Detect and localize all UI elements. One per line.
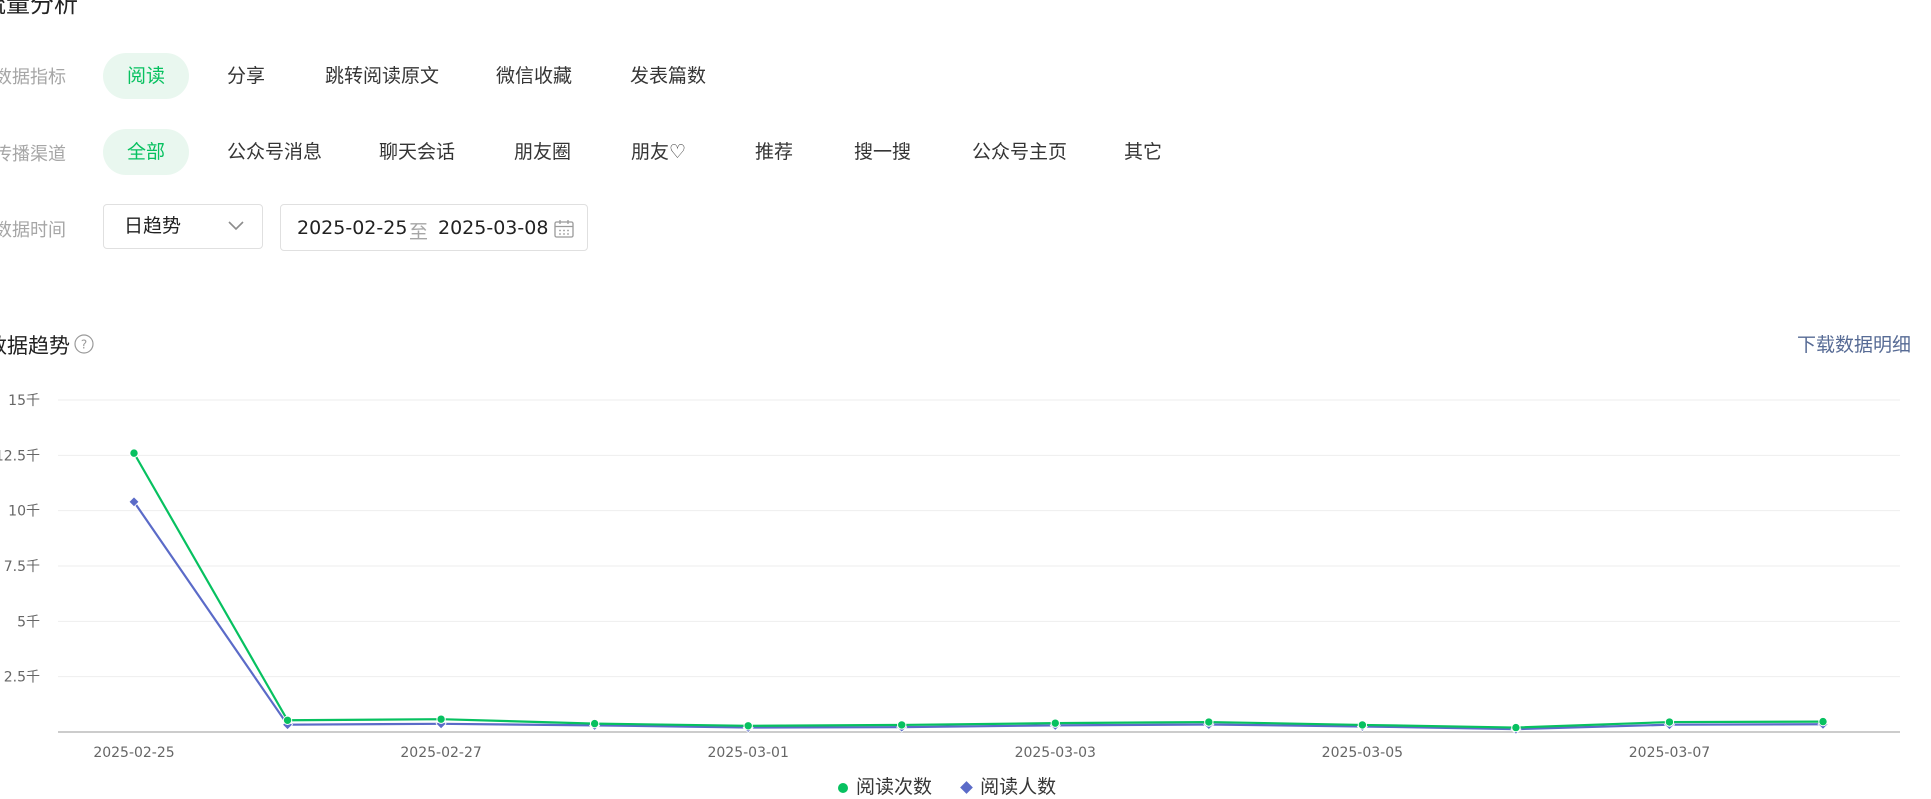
y-tick-label: 15千: [8, 393, 40, 409]
start-date[interactable]: 2025-02-25: [297, 217, 407, 239]
granularity-select[interactable]: 日趋势: [103, 204, 263, 249]
data-point: [1511, 722, 1521, 733]
x-tick-label: 2025-03-05: [1322, 745, 1403, 761]
data-point: [1664, 717, 1675, 727]
legend-label: 阅读次数: [856, 776, 933, 798]
data-point: [897, 720, 907, 730]
data-point: [743, 721, 753, 731]
channel-option-moments[interactable]: 朋友圈: [490, 129, 595, 175]
data-point: [1050, 718, 1060, 728]
legend-label: 阅读人数: [980, 776, 1057, 798]
question-circle-icon[interactable]: ?: [73, 333, 95, 355]
data-point: [129, 448, 139, 458]
channel-option-homepage[interactable]: 公众号主页: [948, 129, 1091, 175]
channel-option-all[interactable]: 全部: [103, 129, 190, 175]
data-point: [1818, 716, 1828, 727]
time-row-label: 数据时间: [0, 220, 66, 241]
y-tick-label: 2.5千: [4, 670, 40, 686]
y-tick-label: 5千: [17, 614, 40, 630]
date-separator: 至: [409, 221, 429, 243]
y-tick-label: 7.5千: [4, 559, 40, 575]
series-line: [133, 452, 1824, 729]
end-date[interactable]: 2025-03-08: [438, 217, 548, 239]
x-tick-label: 2025-03-01: [707, 745, 788, 761]
legend-circle-icon: [838, 782, 848, 793]
data-point: [589, 718, 600, 729]
x-tick-label: 2025-02-25: [93, 745, 174, 761]
y-tick-label: 10千: [8, 504, 40, 520]
channel-option-friends-like[interactable]: 朋友♡: [607, 129, 710, 175]
calendar-icon: [554, 220, 574, 238]
trend-title: 数据趋势: [0, 334, 70, 358]
channel-option-search[interactable]: 搜一搜: [830, 129, 935, 175]
trend-chart: 15千 12.5千 10千 7.5千 5千 2.5千 2025-02-25 2025-02-2…: [0, 393, 1900, 761]
y-tick-label: 12.5千: [0, 448, 40, 464]
channel-option-other[interactable]: 其它: [1100, 129, 1186, 175]
data-point: [1357, 720, 1368, 730]
x-tick-label: 2025-03-07: [1629, 745, 1710, 761]
granularity-value: 日趋势: [124, 215, 182, 237]
series-line: [133, 501, 1824, 731]
metric-option-share[interactable]: 分享: [203, 53, 289, 99]
metric-option-published-count[interactable]: 发表篇数: [606, 53, 730, 99]
download-details-link[interactable]: 下载数据明细: [1797, 330, 1911, 357]
metric-option-wechat-favorite[interactable]: 微信收藏: [472, 53, 596, 99]
chevron-down-icon: [228, 221, 244, 231]
data-point: [436, 714, 446, 724]
channel-option-chat[interactable]: 聊天会话: [355, 129, 479, 175]
data-point: [1204, 717, 1214, 727]
page-title: 流量分析: [0, 0, 78, 18]
metric-option-read[interactable]: 阅读: [103, 53, 190, 99]
legend-diamond-icon: [960, 781, 973, 794]
channel-option-recommend[interactable]: 推荐: [731, 129, 817, 175]
x-tick-label: 2025-03-03: [1015, 745, 1096, 761]
metric-row-label: 数据指标: [0, 67, 66, 88]
channel-row-label: 传播渠道: [0, 144, 66, 165]
channel-option-official-messages[interactable]: 公众号消息: [203, 129, 346, 175]
svg-text:?: ?: [81, 338, 87, 352]
metric-option-read-original[interactable]: 跳转阅读原文: [301, 53, 463, 99]
date-range-picker[interactable]: 2025-02-25 至 2025-03-08: [280, 204, 588, 251]
x-tick-label: 2025-02-27: [400, 745, 481, 761]
data-point: [282, 715, 293, 725]
